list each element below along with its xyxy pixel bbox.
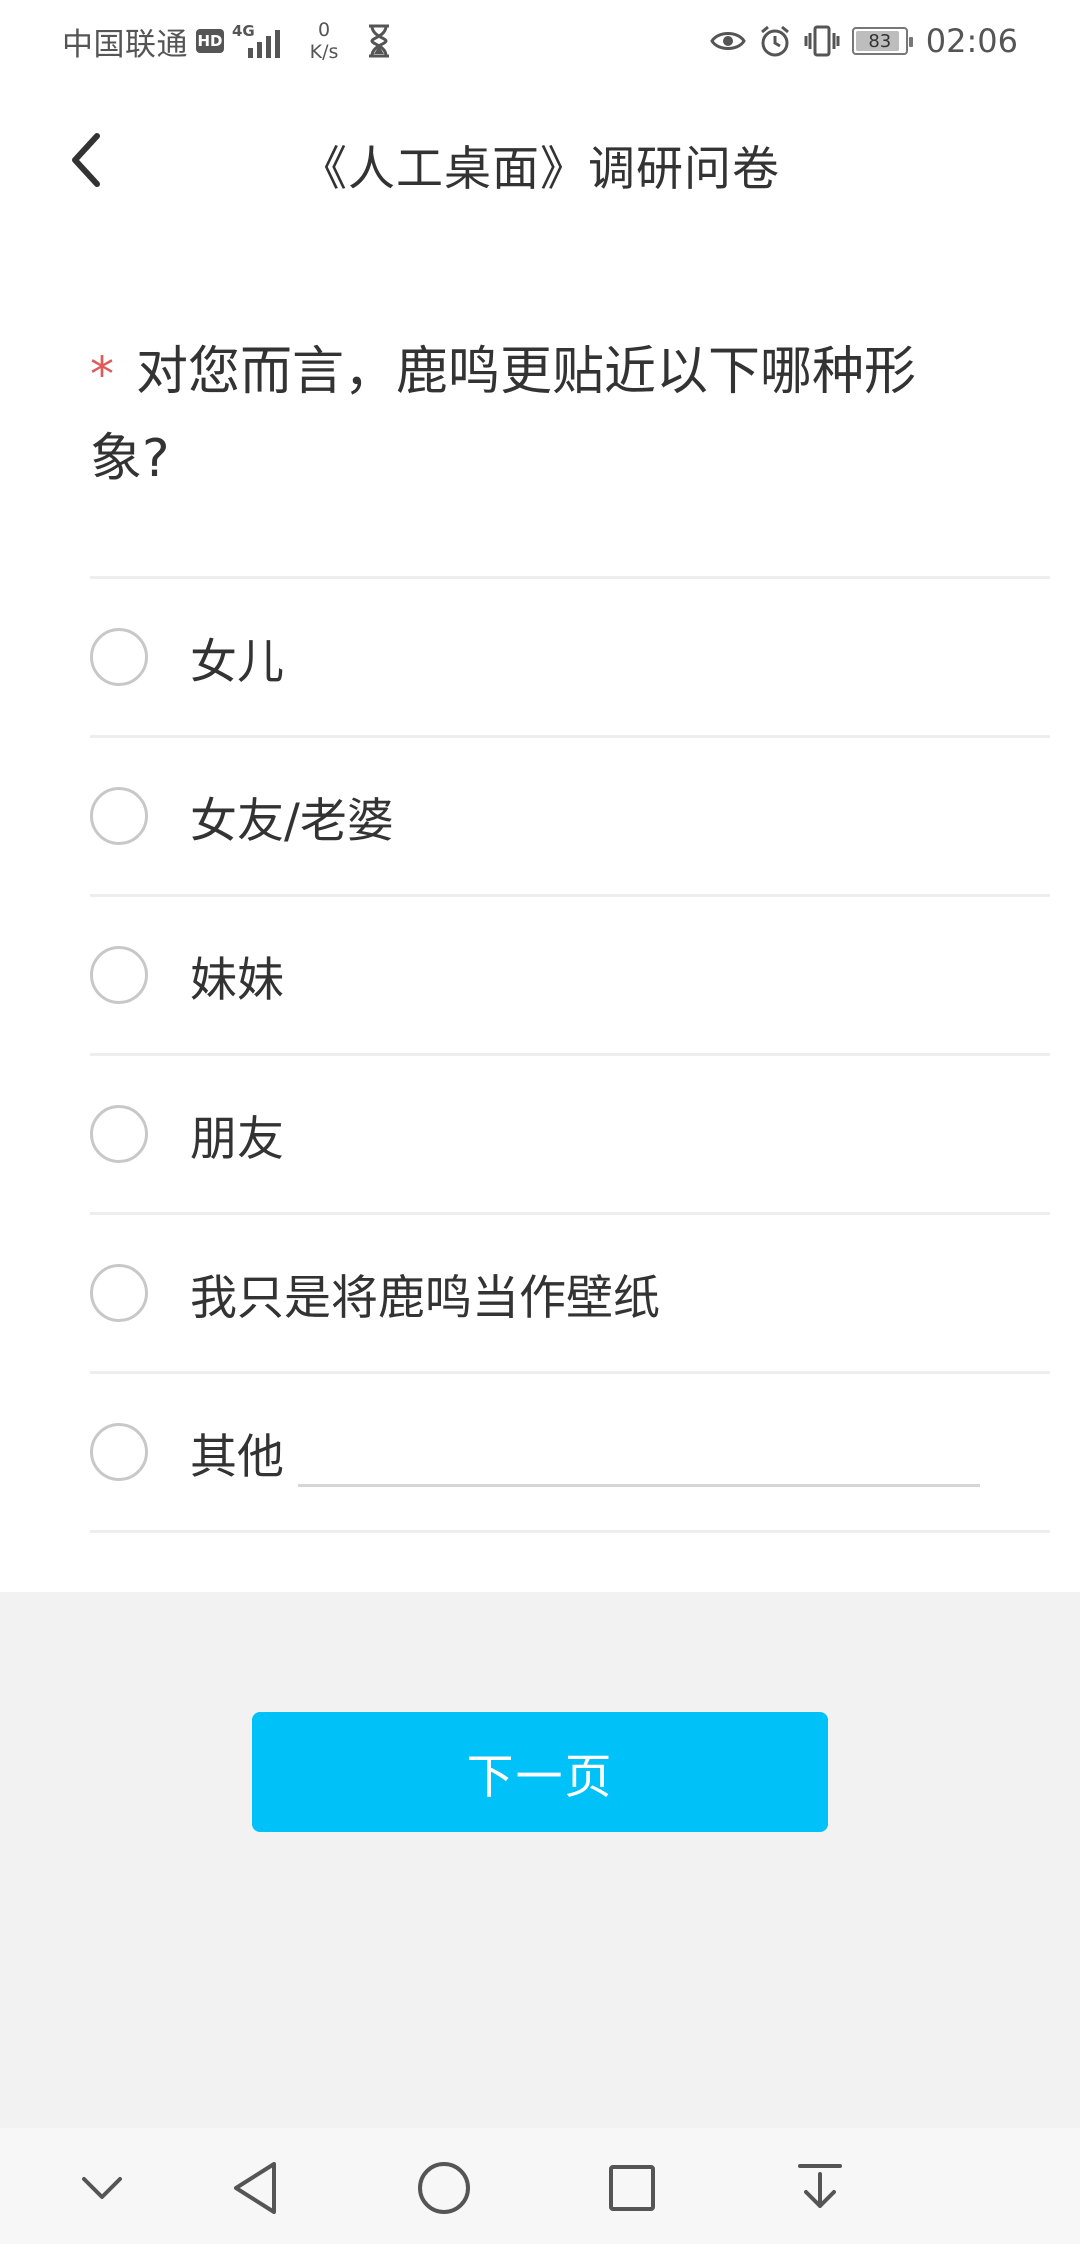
required-mark: * [90, 347, 114, 403]
option-sister[interactable]: 妹妹 [90, 897, 1050, 1056]
radio-button[interactable] [90, 1264, 148, 1322]
option-friend[interactable]: 朋友 [90, 1056, 1050, 1215]
radio-button[interactable] [90, 946, 148, 1004]
hourglass-icon [366, 24, 392, 58]
option-label: 女儿 [190, 634, 284, 690]
option-label: 女友/老婆 [190, 793, 394, 849]
system-nav-bar [0, 2128, 1080, 2244]
next-page-button[interactable]: 下一页 [252, 1712, 828, 1832]
vibrate-icon [804, 24, 840, 58]
options-list: 女儿 女友/老婆 妹妹 朋友 我只是将鹿鸣当作壁纸 其他 [90, 576, 1050, 1533]
radio-button[interactable] [90, 787, 148, 845]
other-text-input[interactable] [298, 1484, 980, 1487]
battery-level: 83 [868, 30, 892, 52]
alarm-icon [758, 24, 792, 58]
app-root: 中国联通 HD 4G 0 K/s 83 02:06 《人工桌面》调研问卷 * 对… [0, 0, 1080, 2244]
signal-icon: 4G [232, 22, 284, 60]
question-block: * 对您而言，鹿鸣更贴近以下哪种形象? [90, 330, 990, 501]
nav-back-icon[interactable] [224, 2156, 288, 2220]
nav-notification-icon[interactable] [788, 2156, 852, 2220]
status-right: 83 02:06 [710, 18, 1018, 64]
radio-button[interactable] [90, 628, 148, 686]
clock: 02:06 [925, 22, 1018, 60]
speed-unit: K/s [309, 41, 339, 63]
option-wallpaper-only[interactable]: 我只是将鹿鸣当作壁纸 [90, 1215, 1050, 1374]
question-text: 对您而言，鹿鸣更贴近以下哪种形象? [90, 342, 917, 489]
page-title: 《人工桌面》调研问卷 [300, 142, 780, 197]
option-other[interactable]: 其他 [90, 1374, 1050, 1533]
status-bar: 中国联通 HD 4G 0 K/s 83 02:06 [0, 0, 1080, 80]
radio-button[interactable] [90, 1423, 148, 1481]
option-label: 其他 [190, 1429, 284, 1485]
option-label: 朋友 [190, 1111, 284, 1167]
hd-badge: HD [196, 29, 224, 53]
nav-recents-icon[interactable] [600, 2156, 664, 2220]
battery-indicator: 83 [851, 27, 913, 55]
speed-value: 0 [317, 19, 331, 41]
eye-icon [710, 27, 746, 55]
nav-home-icon[interactable] [412, 2156, 476, 2220]
network-speed: 0 K/s [302, 19, 346, 63]
option-label: 妹妹 [190, 952, 284, 1008]
option-label: 我只是将鹿鸣当作壁纸 [190, 1270, 660, 1326]
option-girlfriend-wife[interactable]: 女友/老婆 [90, 738, 1050, 897]
radio-button[interactable] [90, 1105, 148, 1163]
nav-collapse-icon[interactable] [70, 2156, 134, 2220]
page-header: 《人工桌面》调研问卷 [0, 80, 1080, 240]
carrier-name: 中国联通 [62, 26, 188, 63]
option-daughter[interactable]: 女儿 [90, 579, 1050, 738]
footer-area: 下一页 [0, 1592, 1080, 2128]
status-left: 中国联通 HD 4G 0 K/s [62, 18, 392, 64]
